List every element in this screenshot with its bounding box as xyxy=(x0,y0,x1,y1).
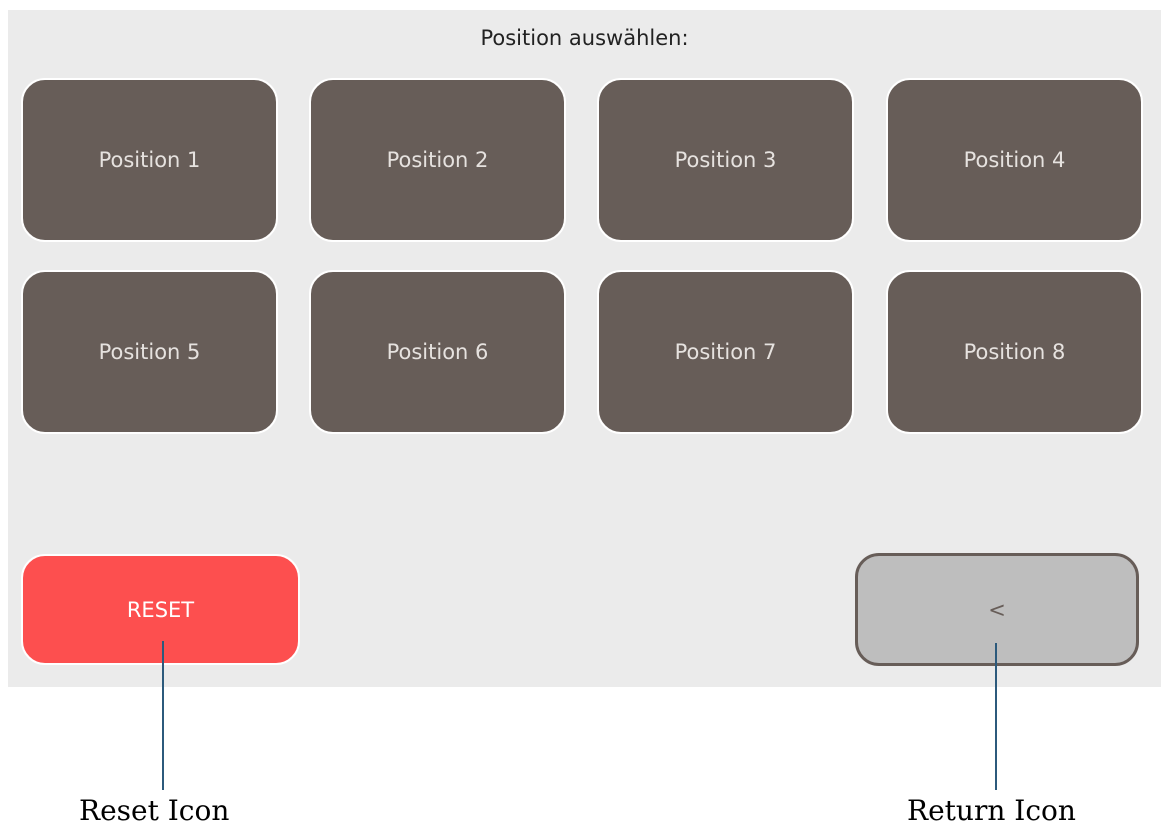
position-2-button[interactable]: Position 2 xyxy=(309,78,566,242)
page-title: Position auswählen: xyxy=(480,26,689,50)
position-5-button[interactable]: Position 5 xyxy=(21,270,278,434)
figure: Position auswählen: Position 1 Position … xyxy=(0,0,1161,828)
return-icon-annotation: Return Icon xyxy=(907,794,1076,827)
position-1-button[interactable]: Position 1 xyxy=(21,78,278,242)
reset-icon-annotation: Reset Icon xyxy=(79,794,230,827)
reset-callout-line xyxy=(162,641,164,790)
position-7-button[interactable]: Position 7 xyxy=(597,270,854,434)
position-6-button[interactable]: Position 6 xyxy=(309,270,566,434)
return-callout-line xyxy=(995,643,997,790)
touch-screen: Position auswählen: Position 1 Position … xyxy=(8,10,1161,687)
reset-button[interactable]: RESET xyxy=(21,554,300,665)
position-4-button[interactable]: Position 4 xyxy=(886,78,1143,242)
position-8-button[interactable]: Position 8 xyxy=(886,270,1143,434)
return-button[interactable]: < xyxy=(855,553,1139,666)
position-3-button[interactable]: Position 3 xyxy=(597,78,854,242)
